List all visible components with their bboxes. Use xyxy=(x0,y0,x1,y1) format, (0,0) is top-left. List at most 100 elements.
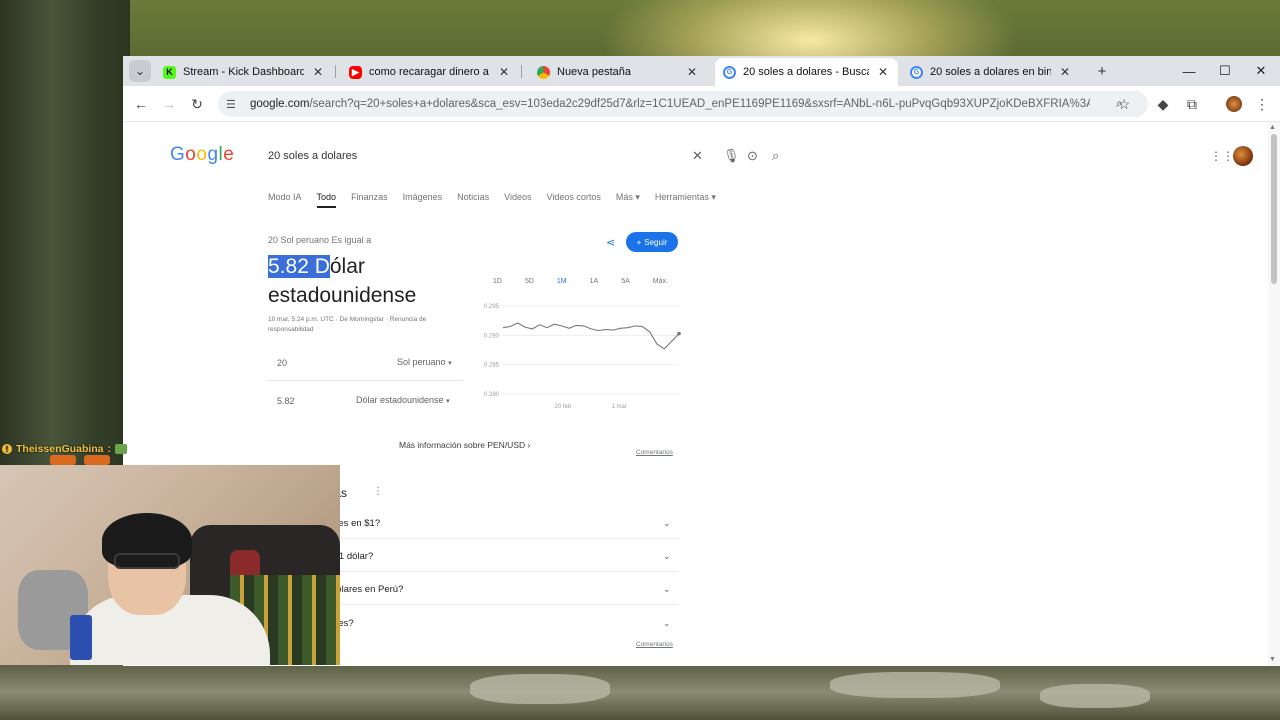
tab-modo-ia[interactable]: Modo IA xyxy=(268,192,302,208)
divider xyxy=(331,604,678,605)
scroll-up-icon[interactable]: ▲ xyxy=(1269,124,1276,131)
minimize-button[interactable]: — xyxy=(1171,61,1207,81)
chart-range-tabs: 1D 5D 1M 1A 5A Máx. xyxy=(493,278,668,285)
emote-icon xyxy=(84,455,110,465)
scroll-down-icon[interactable]: ▼ xyxy=(1269,656,1276,663)
tab-title: como recaragar dinero a binance xyxy=(369,66,490,78)
more-info-label: Más información sobre PEN/USD xyxy=(399,440,526,450)
tab-todo[interactable]: Todo xyxy=(316,192,337,208)
chrome-icon xyxy=(537,65,550,79)
tab-title: Stream - Kick Dashboard xyxy=(183,66,304,78)
search-nav-tabs: Modo IA Todo Finanzas Imágenes Noticias … xyxy=(268,192,716,208)
reload-button[interactable]: ↻ xyxy=(187,94,207,114)
result-selected-text: 5.82 D xyxy=(268,255,330,278)
url-text[interactable]: google.com/search?q=20+soles+a+dolares&s… xyxy=(250,98,1090,110)
bookmark-button[interactable]: ☆ xyxy=(1114,94,1134,114)
tab-noticias[interactable]: Noticias xyxy=(457,192,489,208)
range-max[interactable]: Máx. xyxy=(653,278,668,285)
youtube-icon: ▶ xyxy=(349,65,362,79)
profile-button[interactable] xyxy=(1224,94,1244,114)
result-text: ólar xyxy=(329,255,365,278)
microphone-icon[interactable]: 🎙︎ xyxy=(723,148,740,164)
chart-y-tick-label: 0.290 xyxy=(484,333,500,339)
from-amount-input[interactable]: 20 xyxy=(277,358,287,368)
tab-mas[interactable]: Más ▾ xyxy=(616,192,640,208)
chart-y-tick-label: 0.285 xyxy=(484,363,500,369)
to-currency-select[interactable]: Dólar estadounidense ▾ xyxy=(356,395,450,405)
share-icon[interactable]: ⋖ xyxy=(606,236,615,249)
close-icon[interactable]: ✕ xyxy=(876,65,890,79)
tab-youtube[interactable]: ▶ como recaragar dinero a binance ✕ xyxy=(341,58,519,86)
exchange-rate-chart[interactable]: 0.295 0.290 0.285 0.280 20 feb 1 mar xyxy=(473,300,683,412)
range-5a[interactable]: 5A xyxy=(621,278,630,285)
follow-button[interactable]: + Seguir xyxy=(626,232,678,252)
new-tab-button[interactable]: + xyxy=(1091,60,1113,82)
chart-y-tick-label: 0.280 xyxy=(484,392,500,398)
chart-x-tick-label: 20 feb xyxy=(554,404,571,410)
more-vert-icon[interactable]: ⋮ xyxy=(373,486,383,497)
range-1d[interactable]: 1D xyxy=(493,278,502,285)
webcam-overlay xyxy=(0,465,340,665)
back-button[interactable]: ← xyxy=(131,94,151,114)
to-amount-input[interactable]: 5.82 xyxy=(277,396,295,406)
search-input[interactable]: 20 soles a dolares xyxy=(268,150,357,162)
forward-button[interactable]: → xyxy=(159,94,179,114)
search-icon[interactable]: ⌕ xyxy=(772,148,779,164)
arrow-left-icon: ← xyxy=(134,96,148,112)
tab-separator xyxy=(335,65,336,78)
close-icon[interactable]: ✕ xyxy=(311,65,325,79)
url-path: /search?q=20+soles+a+dolares&sca_esv=103… xyxy=(309,98,1090,110)
range-1m[interactable]: 1M xyxy=(557,278,567,285)
maximize-button[interactable]: ☐ xyxy=(1207,61,1243,81)
arrow-right-icon: → xyxy=(162,96,176,112)
puzzle-icon: ⧉ xyxy=(1187,95,1197,112)
tab-google-binance[interactable]: G 20 soles a dolares en binance c ✕ xyxy=(902,58,1080,86)
tab-search-button[interactable]: ⌄ xyxy=(129,60,151,82)
tab-imagenes[interactable]: Imágenes xyxy=(403,192,443,208)
url-host: google.com xyxy=(250,98,310,110)
range-5d[interactable]: 5D xyxy=(525,278,534,285)
chart-x-tick-label: 1 mar xyxy=(611,404,626,410)
data-source-disclaimer: 10 mar, 5:24 p.m. UTC · De Morningstar ·… xyxy=(268,316,427,333)
minimize-icon: — xyxy=(1182,63,1196,79)
chevron-down-icon[interactable]: ⌄ xyxy=(663,584,671,595)
chevron-down-icon[interactable]: ⌄ xyxy=(663,618,671,629)
scrollbar-thumb[interactable] xyxy=(1271,134,1277,284)
faq-question-3[interactable]: dólares en Perú? xyxy=(331,584,403,595)
close-icon[interactable]: ✕ xyxy=(685,65,699,79)
close-icon[interactable]: ✕ xyxy=(1058,65,1072,79)
tab-finanzas[interactable]: Finanzas xyxy=(351,192,388,208)
close-icon[interactable]: ✕ xyxy=(497,65,511,79)
tab-kick-dashboard[interactable]: K Stream - Kick Dashboard ✕ xyxy=(155,58,333,86)
converter-subtitle: 20 Sol peruano Es igual a xyxy=(268,235,372,245)
chevron-down-icon[interactable]: ⌄ xyxy=(663,518,671,529)
wallpaper-stone xyxy=(470,674,610,704)
tab-separator xyxy=(521,65,522,78)
camera-icon[interactable]: ⊙ xyxy=(747,148,758,164)
clear-icon[interactable]: ✕ xyxy=(692,148,703,164)
account-avatar[interactable] xyxy=(1233,146,1253,166)
range-1a[interactable]: 1A xyxy=(590,278,599,285)
tab-google-search-active[interactable]: G 20 soles a dolares - Buscar con ✕ xyxy=(715,58,898,86)
chat-separator: : xyxy=(107,443,112,455)
site-info-icon[interactable]: ☰ xyxy=(226,98,242,111)
extensions-menu-button[interactable]: ⧉ xyxy=(1182,94,1202,114)
page-scrollbar[interactable]: ▲ ▼ xyxy=(1268,122,1280,666)
tab-herramientas[interactable]: Herramientas ▾ xyxy=(655,192,716,208)
tab-videos[interactable]: Videos xyxy=(504,192,531,208)
from-currency-select[interactable]: Sol peruano ▾ xyxy=(397,357,452,367)
wallpaper-stone xyxy=(830,672,1000,698)
google-logo[interactable]: Google xyxy=(170,144,234,166)
conversion-result: 5.82 Dólar estadounidense xyxy=(268,252,416,310)
feedback-link[interactable]: Comentarios xyxy=(636,641,673,648)
more-info-link[interactable]: Más información sobre PEN/USD › xyxy=(399,440,530,450)
tab-title: Nueva pestaña xyxy=(557,66,631,78)
tab-new-tab[interactable]: Nueva pestaña ✕ xyxy=(529,58,707,86)
feedback-link[interactable]: Comentarios xyxy=(636,449,673,456)
close-window-button[interactable]: ✕ xyxy=(1243,61,1279,81)
tab-videos-cortos[interactable]: Videos cortos xyxy=(547,192,601,208)
chevron-down-icon[interactable]: ⌄ xyxy=(663,551,671,562)
browser-menu-button[interactable]: ⋮ xyxy=(1252,94,1272,114)
address-bar[interactable]: ☰ google.com/search?q=20+soles+a+dolares… xyxy=(218,91,1148,117)
extension-button[interactable]: ◆ xyxy=(1153,94,1173,114)
